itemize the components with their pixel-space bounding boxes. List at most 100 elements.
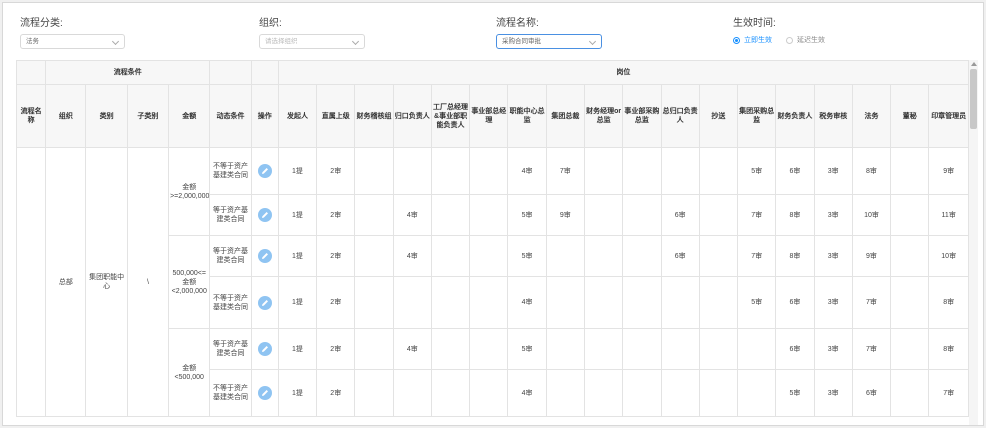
cell-step: 1提 xyxy=(277,276,318,329)
cell-step: 5审 xyxy=(507,194,547,236)
filter-bar: 流程分类: 法务 组织: 请选择组织 流程名称: 采购合同审批 生效时间: 立即… xyxy=(3,3,983,55)
cell-step: 6审 xyxy=(660,194,700,236)
cell-action xyxy=(250,235,279,277)
cell-step: 5审 xyxy=(507,328,547,370)
cell-step: 4审 xyxy=(507,147,547,195)
pencil-edit-icon[interactable] xyxy=(257,386,272,400)
category-label: 流程分类: xyxy=(20,18,63,29)
category-value: 法务 xyxy=(26,38,39,45)
cell-step xyxy=(354,194,394,236)
cell-process-name xyxy=(16,147,47,417)
cell-step xyxy=(545,369,585,417)
cell-step xyxy=(545,235,585,277)
col-position: 集团采购总监 xyxy=(737,84,777,148)
pencil-edit-icon[interactable] xyxy=(257,249,272,263)
cell-step xyxy=(430,235,471,277)
cell-step: 7审 xyxy=(851,328,892,370)
cell-step: 5审 xyxy=(737,147,777,195)
col-position: 财务经理or总监 xyxy=(583,84,624,148)
col-dynamic: 动态条件 xyxy=(209,84,252,148)
scroll-up-arrow-icon[interactable] xyxy=(971,62,977,66)
radio-checked-icon xyxy=(733,36,740,44)
cell-step xyxy=(469,276,509,329)
process-config-panel: 流程分类: 法务 组织: 请选择组织 流程名称: 采购合同审批 生效时间: 立即… xyxy=(2,2,984,426)
radio-delayed[interactable]: 延迟生效 xyxy=(786,35,825,45)
cell-step xyxy=(622,328,662,370)
effective-filter: 生效时间: 立即生效 延迟生效 xyxy=(733,17,873,46)
process-name-select[interactable]: 采购合同审批 xyxy=(496,34,602,49)
chevron-down-icon xyxy=(111,37,120,46)
pencil-edit-icon[interactable] xyxy=(257,342,272,356)
cell-step xyxy=(430,276,471,329)
cell-step xyxy=(354,328,394,370)
cell-step xyxy=(890,369,930,417)
process-name-filter: 流程名称: 采购合同审批 xyxy=(496,17,602,49)
cell-step xyxy=(583,276,624,329)
cell-step xyxy=(698,235,739,277)
cell-step: 10审 xyxy=(851,194,892,236)
col-position: 董秘 xyxy=(890,84,930,148)
cell-step: 1提 xyxy=(277,369,318,417)
vertical-scrollbar[interactable] xyxy=(969,60,978,425)
cell-step: 9审 xyxy=(928,147,969,195)
cell-step: 2审 xyxy=(316,369,356,417)
col-action: 操作 xyxy=(250,84,279,148)
radio-unchecked-icon xyxy=(786,36,793,44)
cell-step xyxy=(354,276,394,329)
cell-dynamic: 等于资产基建类合同 xyxy=(209,235,252,277)
cell-step: 2审 xyxy=(316,194,356,236)
cell-action xyxy=(250,194,279,236)
approval-table-body: 总部 集团职能中心 \ 金额>=2,000,000 不等于资产基建类合同 1提 2审 4审 7审… xyxy=(16,147,969,417)
col-position: 总归口负责人 xyxy=(660,84,700,148)
cell-step xyxy=(698,147,739,195)
col-position: 印章管理员 xyxy=(928,84,969,148)
col-org: 组织 xyxy=(45,84,87,148)
cell-step xyxy=(430,328,471,370)
cell-step: 7审 xyxy=(851,276,892,329)
cell-step: 1提 xyxy=(277,194,318,236)
approval-table-container: 流程条件 岗位 流程名称 组织 类别 子类别 金额 动态条件 操作 发起人 直属… xyxy=(16,60,969,425)
cell-step: 8审 xyxy=(851,147,892,195)
cell-step: 5审 xyxy=(507,235,547,277)
cell-step: 6审 xyxy=(775,276,815,329)
cell-step xyxy=(890,235,930,277)
pencil-edit-icon[interactable] xyxy=(257,164,272,178)
cell-step: 4审 xyxy=(507,369,547,417)
cell-step: 8审 xyxy=(928,328,969,370)
cell-amount: 金额<500,000 xyxy=(168,328,211,417)
cell-subtype: \ xyxy=(126,147,170,417)
cell-step xyxy=(698,328,739,370)
pencil-edit-icon[interactable] xyxy=(257,295,272,310)
pencil-edit-icon[interactable] xyxy=(257,208,272,222)
cell-step xyxy=(430,147,471,195)
cell-step: 7审 xyxy=(545,147,585,195)
cell-step: 11审 xyxy=(928,194,969,236)
col-position: 发起人 xyxy=(277,84,318,148)
cell-step xyxy=(622,147,662,195)
process-name-value: 采购合同审批 xyxy=(502,38,541,45)
scrollbar-thumb[interactable] xyxy=(970,69,977,129)
org-label: 组织: xyxy=(259,18,282,29)
cell-amount: 500,000<=金额<2,000,000 xyxy=(168,235,211,329)
cell-step: 1提 xyxy=(277,147,318,195)
cell-step xyxy=(698,369,739,417)
org-select[interactable]: 请选择组织 xyxy=(259,34,365,49)
cell-step: 3审 xyxy=(813,235,853,277)
header-empty xyxy=(209,60,252,85)
cell-step xyxy=(660,276,700,329)
cell-step: 9审 xyxy=(545,194,585,236)
chevron-down-icon xyxy=(588,37,597,46)
chevron-down-icon xyxy=(351,37,360,46)
col-subtype: 子类别 xyxy=(126,84,170,148)
cell-dynamic: 不等于资产基建类合同 xyxy=(209,276,252,329)
cell-step: 7审 xyxy=(737,194,777,236)
cell-step: 1提 xyxy=(277,328,318,370)
approval-table: 流程条件 岗位 流程名称 组织 类别 子类别 金额 动态条件 操作 发起人 直属… xyxy=(16,60,969,417)
cell-dynamic: 不等于资产基建类合同 xyxy=(209,369,252,417)
category-select[interactable]: 法务 xyxy=(20,34,125,49)
radio-immediate[interactable]: 立即生效 xyxy=(733,35,772,45)
cell-step: 6审 xyxy=(775,147,815,195)
header-empty xyxy=(250,60,279,85)
col-position: 财务稽核组 xyxy=(354,84,394,148)
cell-org: 总部 xyxy=(45,147,87,417)
